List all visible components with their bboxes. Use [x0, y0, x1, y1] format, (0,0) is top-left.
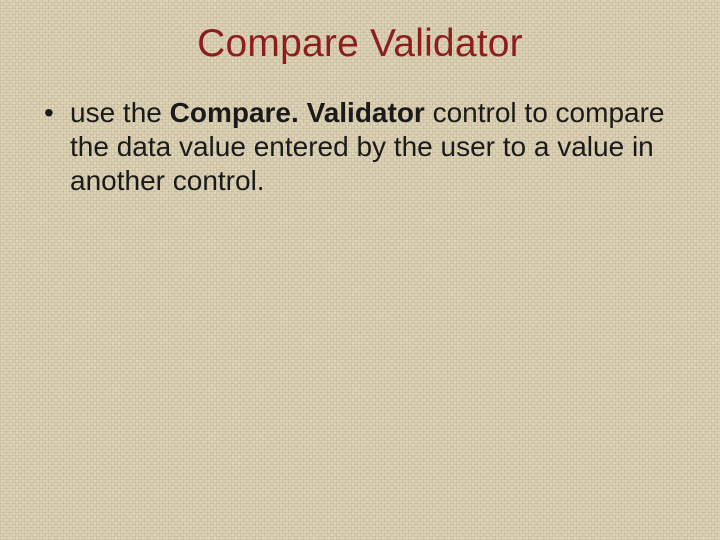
bullet-text-prefix: use the — [70, 97, 170, 128]
slide: Compare Validator use the Compare. Valid… — [0, 0, 720, 540]
slide-body: use the Compare. Validator control to co… — [0, 66, 720, 198]
bullet-list: use the Compare. Validator control to co… — [36, 96, 668, 198]
slide-title: Compare Validator — [0, 0, 720, 66]
list-item: use the Compare. Validator control to co… — [36, 96, 668, 198]
bullet-text-bold: Compare. Validator — [170, 97, 425, 128]
